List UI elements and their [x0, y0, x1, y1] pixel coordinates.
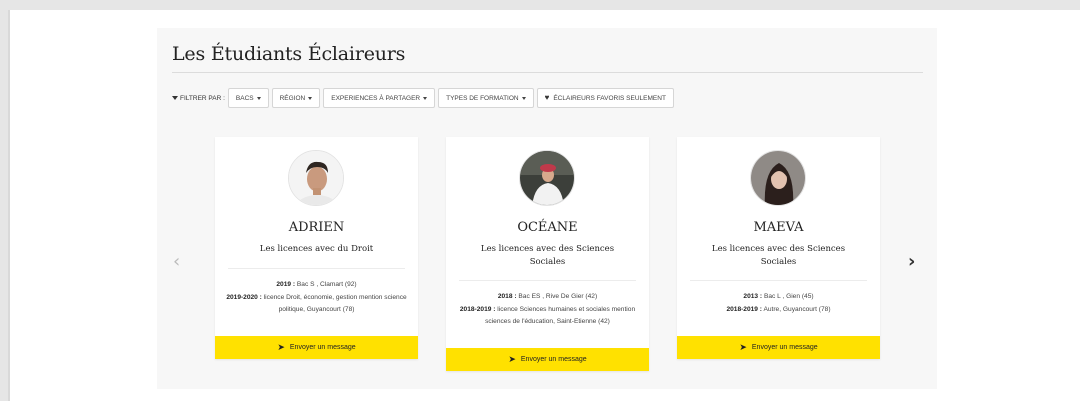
- caret-down-icon: [308, 96, 313, 100]
- history-line: 2019-2020 : licence Droit, économie, ges…: [226, 293, 407, 314]
- title-divider: [172, 72, 923, 73]
- student-history: 2019 : Bac S , Clamart (92) 2019-2020 : …: [223, 279, 410, 317]
- paper-plane-icon: ➤: [508, 354, 516, 364]
- history-line: 2018 : Bac ES , Rive De Gier (42): [497, 293, 598, 300]
- page: Les Étudiants Éclaireurs FILTRER PAR : B…: [8, 10, 1080, 401]
- avatar: [750, 150, 806, 206]
- filter-experiences-dropdown[interactable]: EXPERIENCES À PARTAGER: [323, 88, 436, 108]
- card-divider: [459, 280, 636, 281]
- student-name: ADRIEN: [288, 220, 345, 235]
- favorites-only-toggle[interactable]: ♥ ÉCLAIREURS FAVORIS SEULEMENT: [536, 88, 674, 108]
- filter-region-dropdown[interactable]: RÉGION: [271, 88, 321, 108]
- student-card: ADRIEN Les licences avec du Droit 2019 :…: [215, 137, 418, 359]
- student-name: MAEVA: [753, 220, 804, 235]
- heart-icon: ♥: [544, 93, 550, 102]
- student-name: OCÉANE: [517, 220, 578, 235]
- paper-plane-icon: ➤: [277, 342, 285, 352]
- filter-formation-dropdown[interactable]: TYPES DE FORMATION: [438, 88, 534, 108]
- carousel-next-button[interactable]: ›: [908, 253, 915, 271]
- student-field: Les licences avec des Sciences Sociales: [711, 244, 846, 267]
- avatar: [519, 150, 575, 206]
- filter-bar: FILTRER PAR : BACS RÉGION EXPERIENCES À …: [172, 88, 677, 108]
- avatar: [288, 150, 344, 206]
- student-field: Les licences avec du Droit: [259, 244, 374, 254]
- history-line: 2013 : Bac L , Gien (45): [743, 293, 814, 300]
- caret-down-icon: [521, 96, 526, 100]
- student-history: 2013 : Bac L , Gien (45) 2018-2019 : Aut…: [685, 291, 872, 316]
- filter-icon: [172, 96, 178, 100]
- student-card: OCÉANE Les licences avec des Sciences So…: [446, 137, 649, 371]
- page-title: Les Étudiants Éclaireurs: [172, 43, 406, 65]
- carousel-prev-button[interactable]: ‹: [173, 253, 180, 271]
- card-divider: [228, 268, 405, 269]
- send-message-button[interactable]: ➤ Envoyer un message: [446, 348, 649, 371]
- student-field: Les licences avec des Sciences Sociales: [480, 244, 615, 267]
- caret-down-icon: [256, 96, 261, 100]
- paper-plane-icon: ➤: [739, 342, 747, 352]
- caret-down-icon: [423, 96, 428, 100]
- filter-bacs-dropdown[interactable]: BACS: [227, 88, 269, 108]
- student-card: MAEVA Les licences avec des Sciences Soc…: [677, 137, 880, 359]
- filter-label: FILTRER PAR :: [172, 95, 225, 102]
- history-line: 2019 : Bac S , Clamart (92): [276, 281, 357, 288]
- send-message-button[interactable]: ➤ Envoyer un message: [215, 336, 418, 359]
- send-message-button[interactable]: ➤ Envoyer un message: [677, 336, 880, 359]
- card-divider: [690, 280, 867, 281]
- history-line: 2018-2019 : Autre, Guyancourt (78): [726, 305, 831, 313]
- student-history: 2018 : Bac ES , Rive De Gier (42) 2018-2…: [454, 291, 641, 329]
- history-line: 2018-2019 : licence Sciences humaines et…: [459, 305, 636, 326]
- eclaireurs-panel: Les Étudiants Éclaireurs FILTRER PAR : B…: [157, 28, 937, 389]
